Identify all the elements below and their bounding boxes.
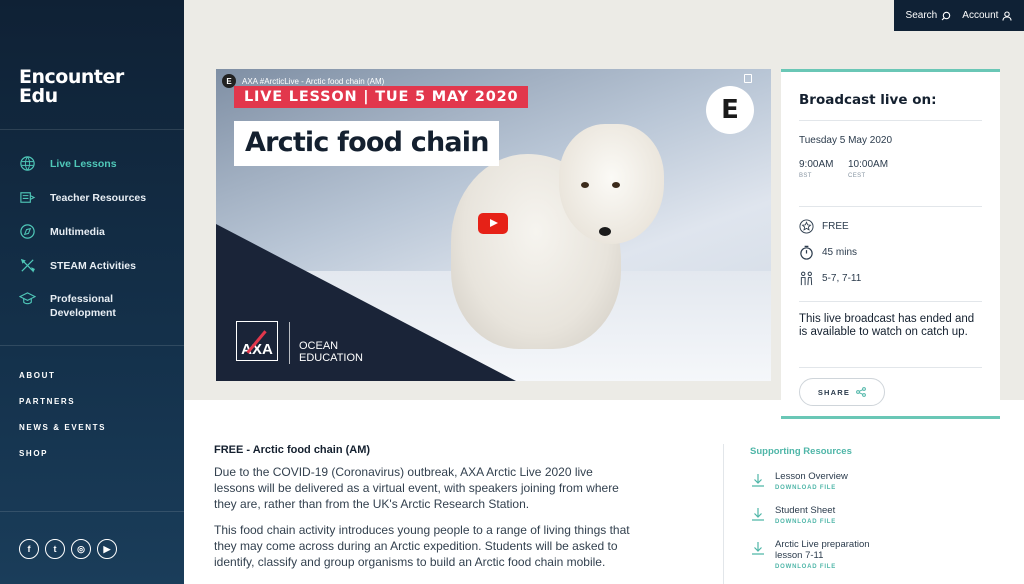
- sidebar-divider: [0, 129, 184, 130]
- account-label: Account: [962, 10, 999, 21]
- download-icon: [752, 508, 764, 521]
- sidebar-item-label-line2: Development: [50, 307, 116, 319]
- sidebar-item-multimedia[interactable]: Multimedia: [19, 224, 105, 240]
- supporting-resources-title: Supporting Resources: [750, 446, 852, 457]
- search-link[interactable]: Search: [906, 10, 952, 21]
- people-icon: [800, 271, 813, 286]
- sidebar-divider: [0, 345, 184, 346]
- play-button[interactable]: [478, 213, 508, 234]
- broadcast-time-bst: 9:00AM: [799, 159, 834, 170]
- nav-link-partners[interactable]: PARTNERS: [19, 397, 75, 406]
- facebook-icon[interactable]: f: [19, 539, 39, 559]
- ocean-line2: EDUCATION: [299, 352, 363, 364]
- stopwatch-icon: [800, 245, 813, 260]
- compass-icon: [20, 224, 35, 239]
- sidebar-item-label: Teacher Resources: [50, 192, 147, 204]
- resource-name: Lesson Overview: [775, 471, 848, 482]
- video-channel-title[interactable]: AXA #ArcticLive - Arctic food chain (AM): [242, 77, 384, 86]
- lesson-description: FREE - Arctic food chain (AM) Due to the…: [214, 444, 634, 580]
- sidebar-item-label: Professional Development: [50, 292, 116, 320]
- youtube-icon[interactable]: ▶: [97, 539, 117, 559]
- live-lesson-banner: LIVE LESSON | TUE 5 MAY 2020: [234, 86, 529, 108]
- video-lesson-title: Arctic food chain: [234, 121, 499, 166]
- nav-link-shop[interactable]: SHOP: [19, 449, 48, 458]
- download-file-link[interactable]: DOWNLOAD FILE: [775, 485, 848, 491]
- card-divider: [799, 120, 982, 121]
- ages-label: 5-7, 7-11: [822, 273, 862, 284]
- sidebar-item-label: STEAM Activities: [50, 260, 136, 272]
- fox-eye: [612, 182, 620, 188]
- ocean-education-logo: OCEAN EDUCATION: [299, 340, 363, 364]
- resource-item[interactable]: Arctic Live preparation lesson 7-11 DOWN…: [750, 539, 890, 570]
- card-divider: [799, 206, 982, 207]
- ocean-line1: OCEAN: [299, 340, 339, 352]
- encounter-edu-badge: E: [706, 86, 754, 134]
- download-icon: [752, 542, 764, 555]
- lesson-paragraph: This food chain activity introduces youn…: [214, 523, 630, 569]
- broadcast-status: This live broadcast has ended and is ava…: [799, 313, 975, 338]
- tools-icon: [20, 258, 35, 273]
- sidebar-item-professional-development[interactable]: Professional Development: [19, 292, 116, 320]
- resource-name: Student Sheet: [775, 505, 836, 516]
- sidebar-item-teacher-resources[interactable]: Teacher Resources: [19, 191, 146, 206]
- download-file-link[interactable]: DOWNLOAD FILE: [775, 519, 836, 525]
- twitter-icon[interactable]: t: [45, 539, 65, 559]
- logo-divider: [289, 322, 290, 364]
- broadcast-card: Broadcast live on: Tuesday 5 May 2020 9:…: [781, 69, 1000, 419]
- ages-row: 5-7, 7-11: [799, 271, 861, 286]
- share-button[interactable]: SHARE: [799, 378, 885, 406]
- download-icon: [752, 474, 764, 487]
- axa-logo: AXA: [236, 321, 278, 361]
- lesson-heading: FREE - Arctic food chain (AM): [214, 444, 371, 456]
- resources-icon: [20, 192, 36, 203]
- star-icon: [799, 219, 814, 234]
- graduation-cap-icon: [19, 292, 36, 305]
- share-label: SHARE: [817, 387, 851, 397]
- encounter-edu-logo[interactable]: Encounter Edu: [19, 68, 124, 106]
- sidebar-item-live-lessons[interactable]: Live Lessons: [19, 156, 117, 172]
- resource-name: Arctic Live preparation lesson 7-11: [775, 539, 870, 561]
- nav-link-about[interactable]: ABOUT: [19, 371, 55, 380]
- globe-icon: [20, 156, 35, 171]
- video-player[interactable]: E AXA #ArcticLive - Arctic food chain (A…: [216, 69, 771, 381]
- card-divider: [799, 367, 982, 368]
- watch-later-icon[interactable]: [744, 74, 752, 83]
- instagram-icon[interactable]: ◎: [71, 539, 91, 559]
- sidebar-item-label-line1: Professional: [50, 293, 114, 305]
- sidebar-item-label: Multimedia: [50, 226, 105, 238]
- sidebar-divider: [0, 511, 184, 512]
- broadcast-title: Broadcast live on:: [799, 92, 937, 108]
- lesson-paragraph: Due to the COVID-19 (Coronavirus) outbre…: [214, 465, 619, 511]
- card-divider: [799, 301, 982, 302]
- user-icon: [1002, 10, 1012, 21]
- account-link[interactable]: Account: [962, 10, 1012, 21]
- resource-item[interactable]: Lesson Overview DOWNLOAD FILE: [750, 471, 848, 491]
- timezone-bst: BST: [799, 173, 812, 179]
- broadcast-date: Tuesday 5 May 2020: [799, 135, 893, 146]
- price-label: FREE: [822, 221, 849, 232]
- share-icon: [856, 387, 867, 397]
- sidebar-item-steam-activities[interactable]: STEAM Activities: [19, 258, 136, 274]
- timezone-cest: CEST: [848, 173, 866, 179]
- top-utility-bar: Search Account: [894, 0, 1024, 31]
- resource-item[interactable]: Student Sheet DOWNLOAD FILE: [750, 505, 836, 525]
- fox-nose: [599, 227, 611, 236]
- logo-line2: Edu: [19, 85, 58, 107]
- fox-eye: [581, 182, 589, 188]
- search-label: Search: [905, 10, 938, 21]
- social-links: f t ◎ ▶: [19, 539, 117, 559]
- search-icon: [941, 11, 951, 20]
- price-row: FREE: [799, 219, 849, 234]
- download-file-link[interactable]: DOWNLOAD FILE: [775, 564, 890, 570]
- duration-label: 45 mins: [822, 247, 858, 258]
- sidebar-item-label: Live Lessons: [50, 158, 117, 170]
- duration-row: 45 mins: [799, 245, 857, 260]
- broadcast-time-cest: 10:00AM: [848, 159, 889, 170]
- nav-link-news-events[interactable]: NEWS & EVENTS: [19, 423, 106, 432]
- content-divider: [723, 444, 724, 584]
- sidebar: Encounter Edu Live Lessons Teacher Resou…: [0, 0, 184, 584]
